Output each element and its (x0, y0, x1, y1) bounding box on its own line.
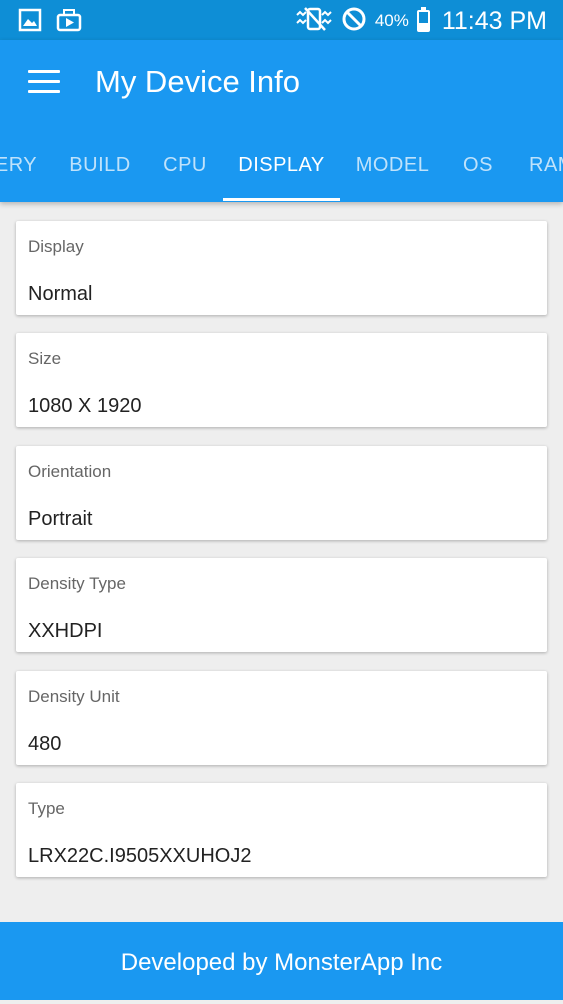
info-card-display: Display Normal (16, 221, 547, 315)
info-card-density-unit: Density Unit 480 (16, 671, 547, 765)
card-value: 1080 X 1920 (28, 395, 142, 417)
tab-cpu[interactable]: CPU (150, 136, 220, 202)
battery-level (418, 22, 428, 30)
card-label: Density Unit (28, 687, 120, 706)
app-title: My Device Info (95, 64, 301, 99)
card-value: XXHDPI (28, 620, 103, 642)
tab-build[interactable]: BUILD (60, 136, 140, 202)
hamburger-menu-icon[interactable] (28, 70, 60, 94)
tab-display[interactable]: DISPLAY (223, 136, 340, 202)
battery-icon (416, 7, 430, 32)
tab-battery[interactable]: ERY (0, 136, 46, 202)
media-icon (56, 8, 82, 37)
info-card-density-type: Density Type XXHDPI (16, 558, 547, 652)
tab-ram[interactable]: RAM (529, 136, 563, 202)
info-card-size: Size 1080 X 1920 (16, 333, 547, 427)
app-bar: My Device Info ERY BUILD CPU DISPLAY MOD… (0, 40, 563, 202)
block-icon (341, 6, 367, 37)
battery-percent: 40% (374, 11, 409, 30)
tab-model[interactable]: MODEL (345, 136, 440, 202)
info-card-type: Type LRX22C.I9505XXUHOJ2 (16, 783, 547, 877)
active-tab-indicator (223, 198, 340, 201)
tab-bar: ERY BUILD CPU DISPLAY MODEL OS RAM (0, 136, 563, 202)
status-time: 11:43 PM (441, 6, 547, 35)
gallery-icon (18, 8, 42, 37)
card-value: Normal (28, 283, 93, 305)
vibrate-mute-icon (295, 6, 333, 37)
card-label: Orientation (28, 462, 112, 481)
footer-banner[interactable]: Developed by MonsterApp Inc (0, 922, 563, 1000)
card-label: Density Type (28, 574, 126, 593)
card-label: Size (28, 349, 62, 368)
card-label: Display (28, 237, 84, 256)
card-value: LRX22C.I9505XXUHOJ2 (28, 845, 252, 867)
card-value: 480 (28, 733, 62, 755)
card-value: Portrait (28, 508, 93, 530)
card-label: Type (28, 799, 65, 818)
tab-os[interactable]: OS (450, 136, 506, 202)
info-card-orientation: Orientation Portrait (16, 446, 547, 540)
status-bar: 40% 11:43 PM (0, 0, 563, 40)
